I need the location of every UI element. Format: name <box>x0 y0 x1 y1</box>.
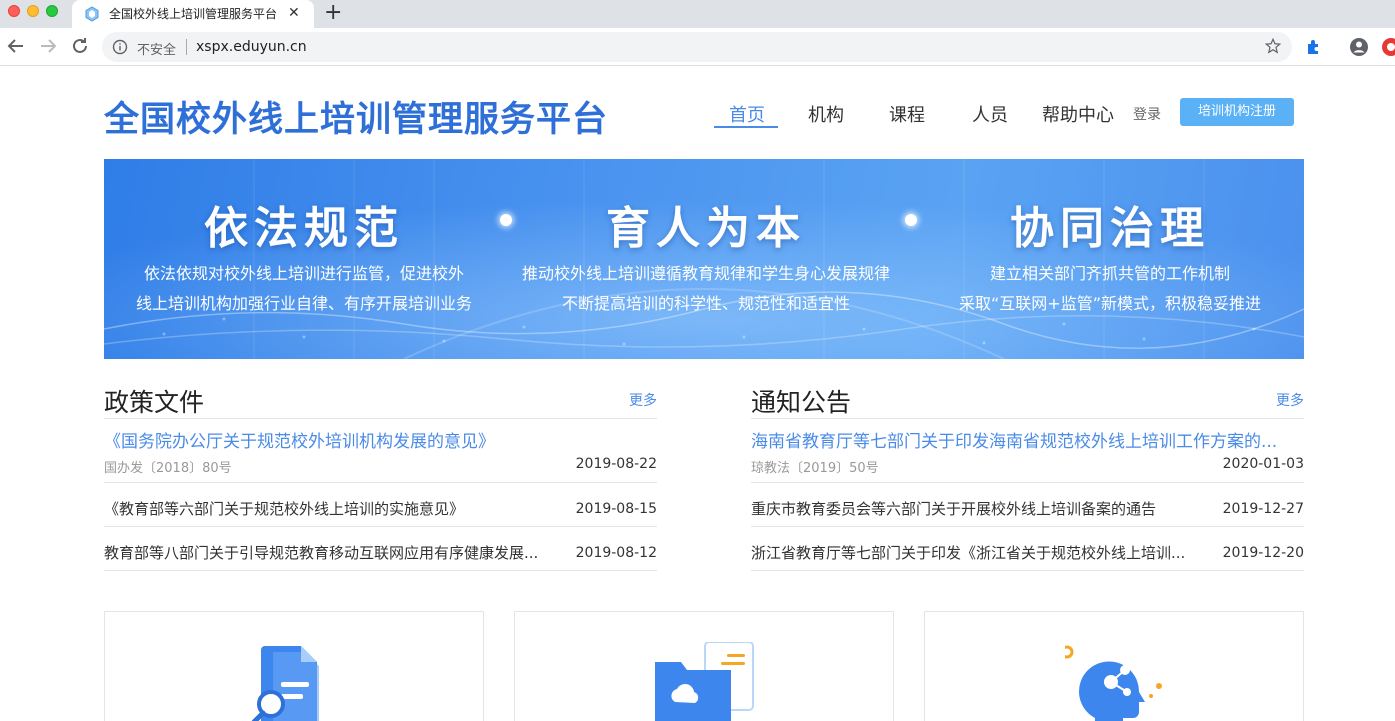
zoom-window-button[interactable] <box>46 5 58 17</box>
back-arrow-icon[interactable] <box>4 34 28 58</box>
banner-text-line: 不断提高培训的科学性、规范性和适宜性 <box>561 294 850 313</box>
site-favicon-icon <box>85 6 99 22</box>
document-search-icon <box>251 646 319 721</box>
section-divider <box>751 418 1304 419</box>
nav-item-help-center[interactable]: 帮助中心 <box>1042 101 1114 127</box>
page-content: 全国校外线上培训管理服务平台 首页 机构 课程 人员 帮助中心 登录 培训机构注… <box>0 67 1395 721</box>
banner-dot-icon <box>500 214 512 226</box>
reload-icon[interactable] <box>68 34 92 58</box>
nav-item-courses[interactable]: 课程 <box>889 101 925 127</box>
item-divider <box>104 526 657 527</box>
info-icon[interactable] <box>112 39 128 55</box>
site-title[interactable]: 全国校外线上培训管理服务平台 <box>104 91 608 142</box>
news-date: 2019-12-27 <box>1222 501 1304 517</box>
policy-section: 政策文件 更多 《国务院办公厅关于规范校外培训机构发展的意见》 国办发〔2018… <box>104 383 657 583</box>
address-bar[interactable]: 不安全 xspx.eduyun.cn <box>102 32 1292 62</box>
item-divider <box>751 482 1304 483</box>
extension-puzzle-icon[interactable] <box>1305 38 1323 56</box>
featured-news-link[interactable]: 海南省教育厅等七部门关于印发海南省规范校外线上培训工作方案的... <box>751 427 1304 452</box>
register-button[interactable]: 培训机构注册 <box>1180 98 1294 126</box>
news-date: 2019-08-22 <box>575 456 657 472</box>
banner-heading: 育人为本 <box>606 203 806 254</box>
profile-avatar-icon[interactable] <box>1349 37 1369 57</box>
nav-active-underline <box>714 126 778 128</box>
new-tab-button[interactable]: + <box>324 1 342 25</box>
banner-text-line: 采取“互联网+监管”新模式，积极稳妥推进 <box>959 294 1261 313</box>
forward-arrow-icon[interactable] <box>36 34 60 58</box>
insecure-label: 不安全 <box>137 43 177 58</box>
news-link[interactable]: 教育部等八部门关于引导规范教育移动互联网应用有序健康发展... <box>104 542 574 563</box>
more-link[interactable]: 更多 <box>629 390 657 410</box>
browser-toolbar: 不安全 xspx.eduyun.cn <box>0 28 1395 66</box>
item-divider <box>751 570 1304 571</box>
feature-card[interactable] <box>514 611 894 721</box>
address-separator <box>186 39 187 55</box>
extension-red-icon[interactable] <box>1381 37 1395 57</box>
news-date: 2019-08-15 <box>575 501 657 517</box>
more-link[interactable]: 更多 <box>1276 390 1304 410</box>
browser-tab[interactable]: 全国校外线上培训管理服务平台 ✕ <box>72 0 314 28</box>
url-text[interactable]: xspx.eduyun.cn <box>196 39 307 55</box>
news-date: 2019-08-12 <box>575 545 657 561</box>
tab-close-icon[interactable]: ✕ <box>288 4 300 22</box>
news-date: 2020-01-03 <box>1222 456 1304 472</box>
document-number: 琼教法〔2019〕50号 <box>751 461 879 476</box>
news-link[interactable]: 重庆市教育委员会等六部门关于开展校外线上培训备案的通告 <box>751 498 1221 519</box>
banner-column-education: 育人为本 推动校外线上培训遵循教育规律和学生身心发展规律 不断提高培训的科学性、… <box>516 159 896 359</box>
notice-section: 通知公告 更多 海南省教育厅等七部门关于印发海南省规范校外线上培训工作方案的..… <box>751 383 1304 583</box>
nav-item-institutions[interactable]: 机构 <box>808 101 844 127</box>
news-date: 2019-12-20 <box>1222 545 1304 561</box>
section-title: 通知公告 <box>751 388 852 417</box>
banner-text-line: 推动校外线上培训遵循教育规律和学生身心发展规律 <box>521 264 890 283</box>
banner-text-line: 建立相关部门齐抓共管的工作机制 <box>989 264 1230 283</box>
news-link[interactable]: 浙江省教育厅等七部门关于印发《浙江省关于规范校外线上培训... <box>751 542 1221 563</box>
banner-dot-icon <box>905 214 917 226</box>
nav-item-personnel[interactable]: 人员 <box>972 101 1008 127</box>
feature-card[interactable] <box>924 611 1304 721</box>
banner-column-law: 依法规范 依法依规对校外线上培训进行监管，促进校外 线上培训机构加强行业自律、有… <box>114 159 494 359</box>
minimize-window-button[interactable] <box>27 5 39 17</box>
banner-text-line: 依法依规对校外线上培训进行监管，促进校外 <box>143 264 464 283</box>
tab-title: 全国校外线上培训管理服务平台 <box>109 7 278 21</box>
banner-text-line: 线上培训机构加强行业自律、有序开展培训业务 <box>135 294 472 313</box>
item-divider <box>104 570 657 571</box>
document-number: 国办发〔2018〕80号 <box>104 461 232 476</box>
cloud-folder-icon <box>655 642 754 721</box>
section-divider <box>104 418 657 419</box>
banner-heading: 依法规范 <box>204 203 404 254</box>
close-window-button[interactable] <box>8 5 20 17</box>
item-divider <box>751 526 1304 527</box>
news-link[interactable]: 《教育部等六部门关于规范校外线上培训的实施意见》 <box>104 498 574 519</box>
browser-tab-bar: 全国校外线上培训管理服务平台 ✕ + <box>0 0 1395 28</box>
item-divider <box>104 482 657 483</box>
section-title: 政策文件 <box>104 388 205 417</box>
ai-head-icon <box>1065 645 1162 721</box>
banner-heading: 协同治理 <box>1010 203 1210 254</box>
nav-item-home[interactable]: 首页 <box>729 101 765 127</box>
featured-news-link[interactable]: 《国务院办公厅关于规范校外培训机构发展的意见》 <box>104 427 657 452</box>
banner-column-governance: 协同治理 建立相关部门齐抓共管的工作机制 采取“互联网+监管”新模式，积极稳妥推… <box>920 159 1300 359</box>
feature-card[interactable] <box>104 611 484 721</box>
bookmark-star-icon[interactable] <box>1264 37 1282 55</box>
login-link[interactable]: 登录 <box>1133 104 1161 124</box>
banner: 依法规范 依法依规对校外线上培训进行监管，促进校外 线上培训机构加强行业自律、有… <box>104 159 1304 359</box>
